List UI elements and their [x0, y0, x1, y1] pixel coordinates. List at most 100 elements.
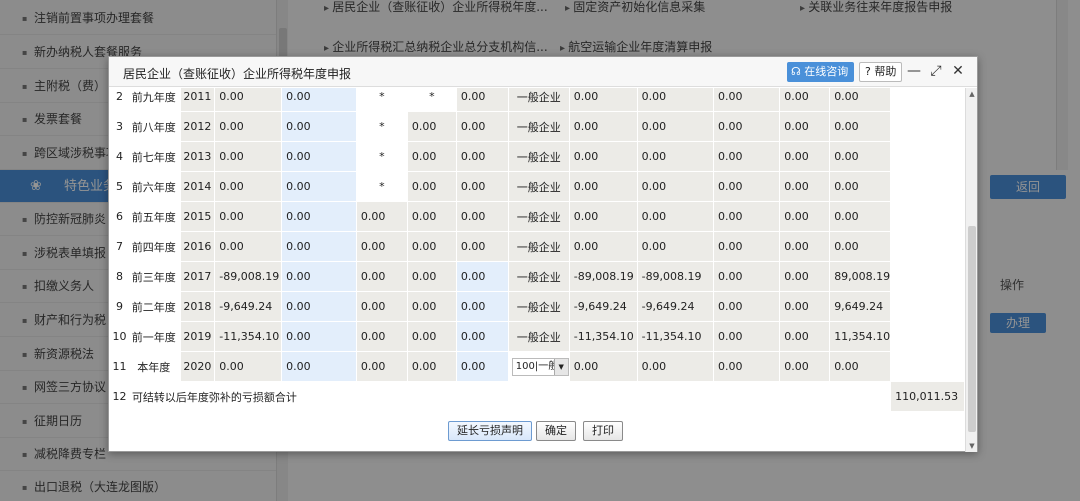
amount-cell-c2[interactable]: 0.00	[281, 291, 357, 322]
amount-cell-c8: 0.00	[713, 351, 781, 382]
amount-cell-c5: 0.00	[455, 171, 509, 202]
year-label: 前二年度	[126, 291, 181, 322]
row-index: 12	[111, 381, 128, 412]
total-label: 可结转以后年度弥补的亏损额合计	[126, 381, 892, 412]
total-row: 12 可结转以后年度弥补的亏损额合计 110,011.53	[111, 381, 965, 412]
amount-cell-c9: 0.00	[779, 201, 831, 232]
amount-cell-c3: 0.00	[355, 351, 408, 382]
enterprise-type-select[interactable]: 100|一般 ▼	[511, 357, 569, 376]
enterprise-type-cell: 一般企业	[507, 201, 570, 232]
amount-cell-c6: -11,354.10	[568, 321, 638, 352]
confirm-button[interactable]: 确定	[536, 421, 576, 441]
amount-cell-c2[interactable]: 0.00	[281, 111, 357, 142]
close-icon[interactable]: ✕	[949, 61, 967, 81]
amount-cell-c3: 0.00	[355, 201, 408, 232]
amount-cell-c8: 0.00	[713, 141, 781, 172]
amount-cell-c2[interactable]: 0.00	[281, 261, 357, 292]
enterprise-type-cell: 一般企业	[507, 111, 570, 142]
year-value: 2013	[179, 141, 216, 172]
year-label: 前七年度	[126, 141, 181, 172]
table-row: 4 前七年度 2013 0.00 0.00 * 0.00 0.00 一般企业 0.00 0.00 0.…	[111, 141, 965, 172]
enterprise-type-cell: 一般企业	[507, 291, 570, 322]
print-button[interactable]: 打印	[583, 421, 623, 441]
amount-cell-c10: 0.00	[829, 88, 892, 112]
amount-cell-c4: 0.00	[406, 351, 457, 382]
table-row: 9 前二年度 2018 -9,649.24 0.00 0.00 0.00 0.00 一般企业 -9…	[111, 291, 965, 322]
amount-cell-c10: 0.00	[829, 111, 892, 142]
amount-cell-c2[interactable]: 0.00	[281, 201, 357, 232]
dialog-body: 2 前九年度 2011 0.00 0.00 * * 0.00 一般企业 0.00 0.00 0.00 0…	[109, 88, 965, 452]
amount-cell-c4: 0.00	[406, 201, 457, 232]
amount-cell-c5[interactable]: 0.00	[455, 321, 509, 352]
amount-cell-c7: 0.00	[636, 171, 715, 202]
table-row: 8 前三年度 2017 -89,008.19 0.00 0.00 0.00 0.00 一般企业 -…	[111, 261, 965, 292]
dialog-header[interactable]: 居民企业（查账征收）企业所得税年度申报 ☊ 在线咨询 ? 帮助 — ⤢ ✕	[109, 57, 977, 87]
year-label: 前三年度	[126, 261, 181, 292]
amount-cell-c3: 0.00	[355, 321, 408, 352]
amount-cell-c6: 0.00	[568, 141, 638, 172]
amount-cell-c2[interactable]: 0.00	[281, 321, 357, 352]
dialog-scrollbar[interactable]: ▲ ▼	[965, 88, 977, 452]
table-row: 10 前一年度 2019 -11,354.10 0.00 0.00 0.00 0.00 一般企业…	[111, 321, 965, 352]
amount-cell-c3: 0.00	[355, 261, 408, 292]
amount-cell-c2[interactable]: 0.00	[281, 351, 357, 382]
amount-cell-c6: 0.00	[568, 201, 638, 232]
headset-icon: ☊	[791, 65, 801, 78]
year-value: 2017	[179, 261, 216, 292]
row-index: 6	[111, 201, 128, 232]
restore-icon[interactable]: ⤢	[927, 61, 945, 81]
amount-cell-c2[interactable]: 0.00	[281, 141, 357, 172]
amount-cell-c9: 0.00	[779, 171, 831, 202]
amount-cell-c7: -9,649.24	[636, 291, 715, 322]
amount-cell-c7: 0.00	[636, 88, 715, 112]
enterprise-type-cell: 一般企业	[507, 141, 570, 172]
row-index: 10	[111, 321, 128, 352]
row-index: 7	[111, 231, 128, 262]
amount-cell-c4: 0.00	[406, 141, 457, 172]
scroll-up-icon[interactable]: ▲	[966, 88, 978, 100]
amount-cell-c1: 0.00	[214, 111, 283, 142]
amount-cell-c5[interactable]: 0.00	[455, 351, 509, 382]
amount-cell-c7: 0.00	[636, 201, 715, 232]
amount-cell-c2[interactable]: 0.00	[281, 88, 357, 112]
amount-cell-c10: 0.00	[829, 201, 892, 232]
minimize-icon[interactable]: —	[905, 61, 923, 81]
amount-cell-c1: -89,008.19	[214, 261, 283, 292]
total-value: 110,011.53	[890, 381, 965, 412]
amount-cell-c2[interactable]: 0.00	[281, 171, 357, 202]
help-button[interactable]: ? 帮助	[859, 62, 903, 82]
amount-cell-c2[interactable]: 0.00	[281, 231, 357, 262]
amount-cell-c10: 11,354.10	[829, 321, 892, 352]
year-label: 前八年度	[126, 111, 181, 142]
scrollbar-thumb[interactable]	[968, 226, 976, 432]
amount-cell-c3: *	[355, 111, 408, 142]
amount-cell-c1: 0.00	[214, 351, 283, 382]
enterprise-type-cell: 一般企业	[507, 171, 570, 202]
scroll-down-icon[interactable]: ▼	[966, 440, 978, 452]
amount-cell-c10: 9,649.24	[829, 291, 892, 322]
amount-cell-c5[interactable]: 0.00	[455, 261, 509, 292]
amount-cell-c6: 0.00	[568, 231, 638, 262]
chevron-down-icon[interactable]: ▼	[553, 358, 568, 375]
amount-cell-c7: 0.00	[636, 351, 715, 382]
amount-cell-c5[interactable]: 0.00	[455, 291, 509, 322]
year-value: 2012	[179, 111, 216, 142]
enterprise-type-cell[interactable]: 100|一般 ▼	[507, 351, 570, 382]
amount-cell-c7: 0.00	[636, 111, 715, 142]
online-consult-button[interactable]: ☊ 在线咨询	[787, 62, 855, 82]
amount-cell-c3: 0.00	[355, 291, 408, 322]
amount-cell-c1: -11,354.10	[214, 321, 283, 352]
amount-cell-c3: *	[355, 88, 408, 112]
amount-cell-c8: 0.00	[713, 201, 781, 232]
extend-loss-declaration-button[interactable]: 延长亏损声明	[448, 421, 532, 441]
row-index: 3	[111, 111, 128, 142]
year-label: 前四年度	[126, 231, 181, 262]
dialog-title: 居民企业（查账征收）企业所得税年度申报	[123, 67, 352, 81]
year-label: 本年度	[126, 351, 181, 382]
amount-cell-c8: 0.00	[713, 171, 781, 202]
amount-cell-c10: 89,008.19	[829, 261, 892, 292]
table-row: 2 前九年度 2011 0.00 0.00 * * 0.00 一般企业 0.00 0.00 0.00 0…	[111, 88, 965, 112]
table-row: 6 前五年度 2015 0.00 0.00 0.00 0.00 0.00 一般企业 0.00 0.0…	[111, 201, 965, 232]
amount-cell-c1: 0.00	[214, 231, 283, 262]
amount-cell-c9: 0.00	[779, 231, 831, 262]
